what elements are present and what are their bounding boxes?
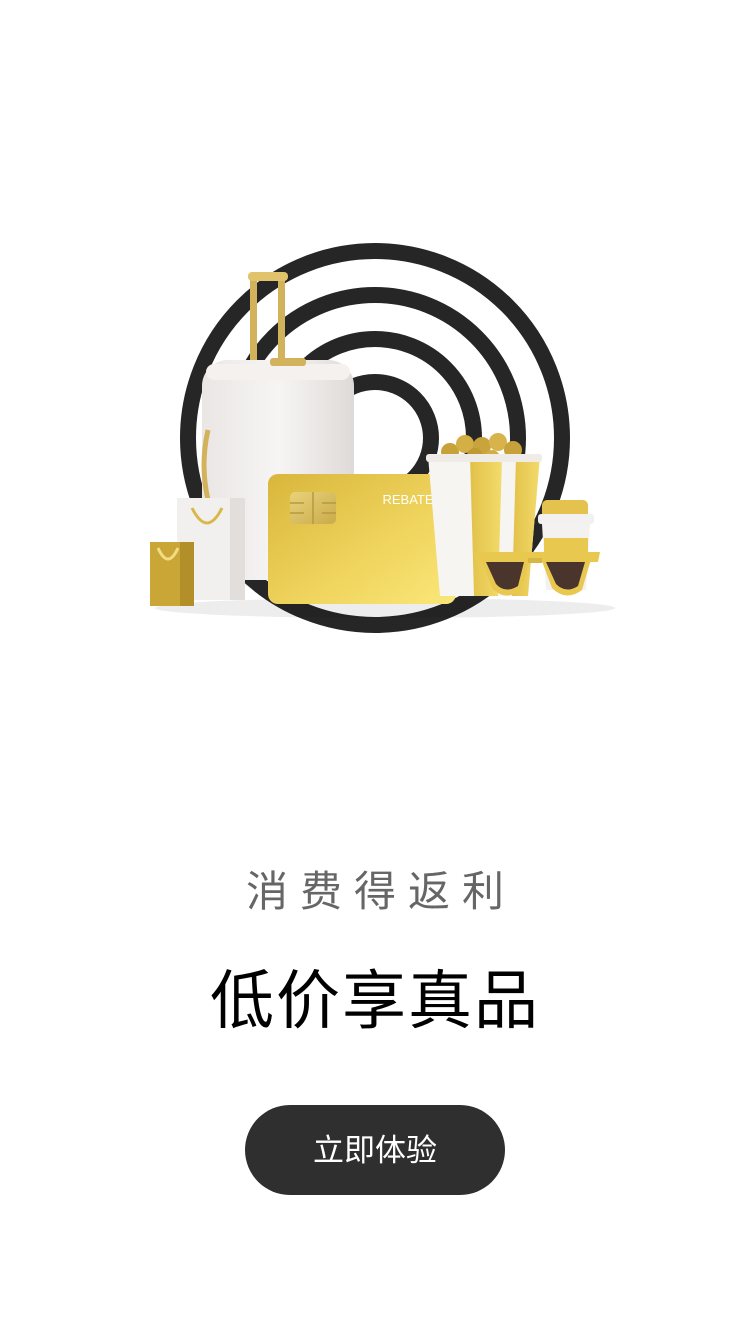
rebate-illustration: REBATE — [150, 243, 615, 633]
card-label: REBATE — [382, 492, 433, 507]
rebate-card: REBATE — [268, 474, 456, 604]
hero-illustration: REBATE — [130, 230, 620, 650]
page-title: 低价享真品 — [210, 965, 540, 1039]
gold-shopping-bag-icon — [150, 542, 194, 606]
subtitle: 消费得返利 — [245, 867, 516, 916]
try-now-button[interactable]: 立即体验 — [245, 1105, 505, 1195]
